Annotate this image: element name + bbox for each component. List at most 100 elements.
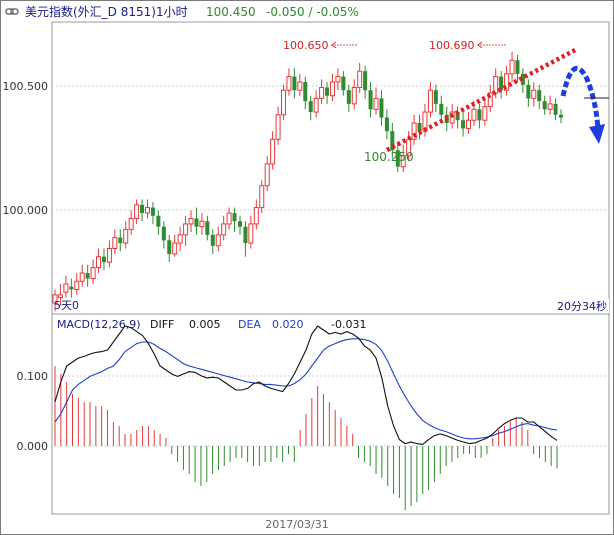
right-note: 20分34秒	[557, 299, 607, 313]
candle-body	[461, 120, 466, 129]
candle-body	[150, 207, 155, 216]
diff-value: 0.005	[189, 318, 221, 331]
candle-body	[215, 234, 221, 247]
header: 美元指数(外汇_D 8151)1小时 100.450 -0.050 / -0.0…	[5, 4, 359, 19]
macd-value: -0.031	[331, 318, 366, 331]
candle-body	[346, 90, 351, 104]
candle-body	[259, 185, 265, 209]
date-label: 2017/03/31	[265, 518, 328, 531]
ytick-price-1: 100.500	[3, 80, 49, 93]
candle-body	[308, 101, 313, 113]
candle-body	[183, 223, 189, 236]
candle-body	[351, 86, 357, 105]
trendline	[385, 47, 579, 152]
candle-body	[90, 267, 96, 280]
candlestick-series	[52, 52, 563, 312]
candle-body	[368, 90, 373, 110]
candle-body	[226, 212, 232, 225]
ytick-macd-1: 0.100	[17, 370, 49, 383]
candle-body	[199, 220, 205, 228]
candle-body	[140, 204, 145, 214]
candle-body	[172, 242, 178, 255]
candle-body	[319, 86, 325, 99]
macd-label: MACD(12,26,9)	[57, 318, 141, 331]
candle-body	[118, 237, 123, 244]
candle-body	[101, 256, 106, 263]
diff-label: DIFF	[150, 318, 174, 331]
annotation-high-1: 100.650	[283, 39, 329, 52]
annotation-high-2: 100.690	[429, 39, 475, 52]
candle-body	[526, 84, 531, 99]
candle-body	[531, 89, 537, 99]
candle-body	[85, 273, 90, 279]
candle-body	[515, 60, 520, 74]
candle-body	[112, 237, 118, 250]
candle-body	[325, 87, 330, 96]
candle-body	[547, 103, 553, 110]
dea-label: DEA	[238, 318, 261, 331]
candle-body	[281, 89, 287, 116]
candle-body	[286, 76, 292, 91]
candle-body	[439, 103, 444, 115]
dea-value: 0.020	[272, 318, 304, 331]
left-note: 5天0	[54, 299, 79, 312]
candle-body	[156, 215, 161, 227]
link-icon[interactable]	[5, 8, 19, 15]
candle-body	[313, 97, 319, 113]
candle-body	[144, 207, 150, 214]
macd-header: MACD(12,26,9) DIFF 0.005 DEA 0.020 -0.03…	[57, 318, 366, 331]
candle-body	[253, 207, 259, 225]
candle-body	[509, 59, 515, 75]
candle-body	[477, 109, 482, 121]
chart-window: 美元指数(外汇_D 8151)1小时 100.450 -0.050 / -0.0…	[0, 0, 614, 535]
candle-body	[106, 248, 112, 263]
candle-body	[177, 234, 183, 244]
candle-body	[542, 101, 547, 110]
candle-body	[466, 119, 472, 129]
candle-body	[167, 240, 172, 254]
candle-body	[297, 81, 303, 91]
candle-body	[373, 97, 379, 110]
ytick-price-2: 100.000	[3, 204, 49, 217]
candle-body	[384, 117, 389, 132]
candle-body	[221, 223, 227, 236]
candle-body	[433, 90, 438, 104]
candle-body	[303, 82, 308, 102]
candle-body	[417, 122, 422, 132]
candle-body	[482, 106, 488, 121]
candle-body	[553, 103, 558, 115]
chart-title: 美元指数(外汇_D 8151)1小时	[25, 4, 188, 19]
candle-body	[134, 204, 140, 219]
candle-body	[69, 286, 74, 290]
candle-body	[270, 138, 276, 165]
candle-body	[128, 217, 134, 230]
candle-body	[275, 114, 281, 140]
candle-body	[74, 280, 80, 290]
candle-body	[232, 213, 237, 222]
candle-body	[363, 71, 368, 91]
candle-body	[96, 256, 102, 269]
candle-body	[341, 76, 346, 91]
ytick-macd-2: 0.000	[17, 440, 49, 453]
price-change: -0.050 / -0.05%	[266, 5, 359, 19]
chart-canvas: 美元指数(外汇_D 8151)1小时 100.450 -0.050 / -0.0…	[3, 4, 610, 531]
candle-body	[237, 221, 242, 227]
candle-body	[123, 228, 129, 244]
candle-body	[161, 226, 166, 241]
candle-body	[537, 90, 542, 102]
candle-body	[264, 163, 270, 187]
candle-body	[292, 76, 297, 91]
candle-body	[335, 76, 341, 83]
candle-body	[194, 218, 199, 227]
candle-body	[210, 234, 215, 246]
projection-arrow	[560, 65, 605, 144]
candle-body	[379, 98, 384, 118]
candle-body	[188, 217, 194, 225]
candle-body	[79, 272, 85, 282]
candle-body	[57, 294, 63, 299]
price-panel-frame	[51, 21, 610, 315]
candle-body	[357, 70, 363, 88]
candle-body	[248, 223, 254, 244]
candle-body	[63, 283, 69, 293]
candle-body	[427, 89, 433, 113]
